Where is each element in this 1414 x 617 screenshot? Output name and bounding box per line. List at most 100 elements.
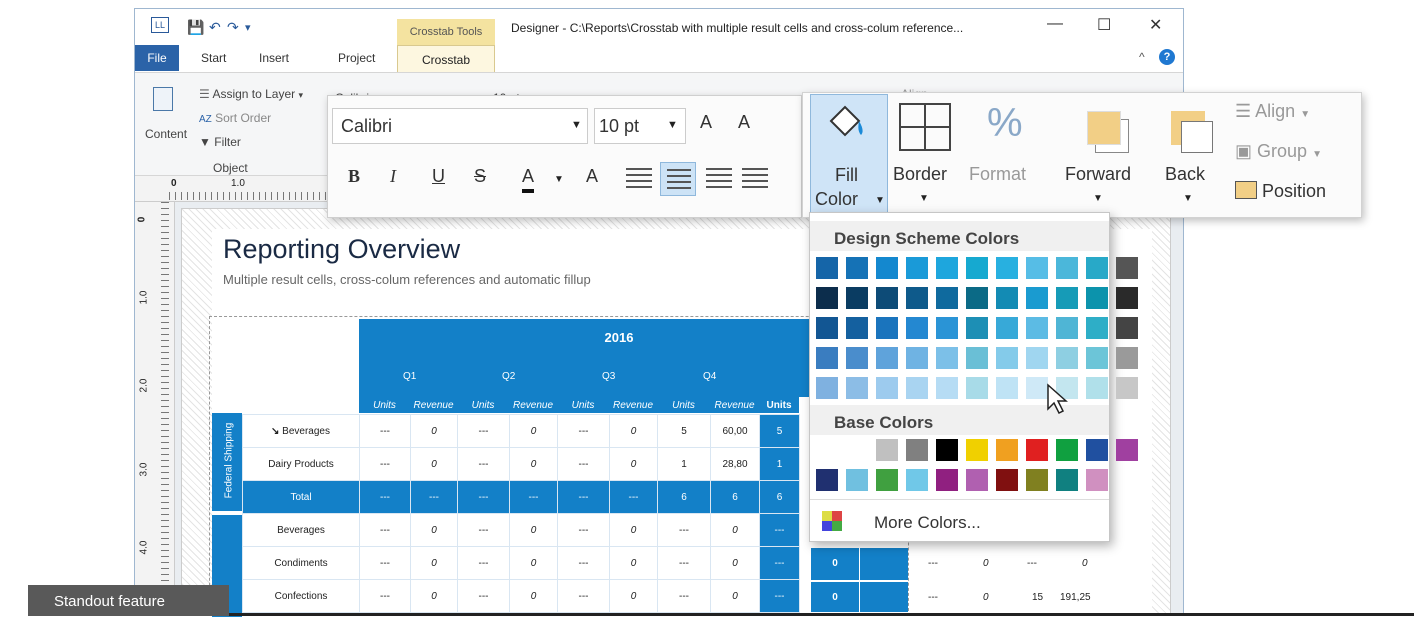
color-swatch[interactable]: [906, 377, 928, 399]
color-swatch[interactable]: [1086, 287, 1108, 309]
color-swatch[interactable]: [936, 439, 958, 461]
color-swatch[interactable]: [966, 347, 988, 369]
color-swatch[interactable]: [846, 347, 868, 369]
color-swatch[interactable]: [816, 257, 838, 279]
help-icon[interactable]: ?: [1159, 49, 1175, 65]
collapse-ribbon-icon[interactable]: ^: [1139, 50, 1145, 64]
align-center-icon[interactable]: [660, 162, 696, 196]
color-swatch[interactable]: [1056, 317, 1078, 339]
color-swatch[interactable]: [1026, 317, 1048, 339]
color-swatch[interactable]: [1116, 439, 1138, 461]
color-swatch[interactable]: [1056, 469, 1078, 491]
color-swatch[interactable]: [966, 317, 988, 339]
color-swatch[interactable]: [1056, 287, 1078, 309]
color-swatch[interactable]: [1026, 469, 1048, 491]
color-swatch[interactable]: [846, 439, 868, 461]
color-swatch[interactable]: [1086, 377, 1108, 399]
undo-icon[interactable]: ↶: [209, 19, 221, 36]
group-button[interactable]: ▣ Group ▼: [1235, 141, 1322, 162]
color-swatch[interactable]: [936, 257, 958, 279]
tab-insert[interactable]: Insert: [259, 51, 289, 65]
color-swatch[interactable]: [876, 377, 898, 399]
color-swatch[interactable]: [906, 257, 928, 279]
color-swatch[interactable]: [1116, 317, 1138, 339]
color-swatch[interactable]: [846, 257, 868, 279]
fill-color-button[interactable]: Fill Color ▼: [810, 94, 888, 215]
align-right-icon[interactable]: [706, 168, 732, 188]
color-swatch[interactable]: [996, 439, 1018, 461]
align-button[interactable]: ☰ Align ▼: [1235, 101, 1310, 122]
color-swatch[interactable]: [1086, 347, 1108, 369]
customize-quickaccess-icon[interactable]: ▾: [245, 21, 251, 34]
color-swatch[interactable]: [1116, 377, 1138, 399]
underline-button[interactable]: U: [432, 166, 445, 187]
color-swatch[interactable]: [816, 347, 838, 369]
justify-icon[interactable]: [742, 168, 768, 188]
font-size-combo[interactable]: 10 pt ▼: [594, 108, 686, 144]
color-swatch[interactable]: [936, 469, 958, 491]
color-swatch[interactable]: [846, 287, 868, 309]
align-left-icon[interactable]: [626, 168, 652, 188]
forward-icon[interactable]: [1087, 111, 1121, 145]
color-swatch[interactable]: [1026, 257, 1048, 279]
border-icon[interactable]: [899, 103, 951, 151]
color-swatch[interactable]: [1086, 257, 1108, 279]
color-swatch[interactable]: [906, 439, 928, 461]
tab-file[interactable]: File: [135, 45, 179, 71]
more-colors-item[interactable]: More Colors...: [810, 503, 1109, 539]
color-swatch[interactable]: [1026, 287, 1048, 309]
color-swatch[interactable]: [876, 347, 898, 369]
color-swatch[interactable]: [936, 377, 958, 399]
color-swatch[interactable]: [966, 257, 988, 279]
color-swatch[interactable]: [876, 469, 898, 491]
color-swatch[interactable]: [1086, 439, 1108, 461]
color-swatch[interactable]: [846, 317, 868, 339]
save-icon[interactable]: 💾: [187, 19, 204, 36]
color-swatch[interactable]: [996, 287, 1018, 309]
color-swatch[interactable]: [816, 377, 838, 399]
color-swatch[interactable]: [876, 439, 898, 461]
color-swatch[interactable]: [1116, 347, 1138, 369]
color-swatch[interactable]: [906, 347, 928, 369]
report-subtitle[interactable]: Multiple result cells, cross-colum refer…: [223, 272, 591, 287]
content-button-label[interactable]: Content: [145, 127, 187, 141]
color-swatch[interactable]: [1026, 377, 1048, 399]
back-label[interactable]: Back: [1165, 164, 1205, 185]
color-swatch[interactable]: [816, 469, 838, 491]
maximize-button[interactable]: ☐: [1097, 15, 1111, 35]
font-color-chevron-icon[interactable]: ▼: [554, 174, 564, 185]
color-swatch[interactable]: [906, 287, 928, 309]
forward-chevron-icon[interactable]: ▼: [1093, 193, 1103, 204]
color-swatch[interactable]: [1116, 287, 1138, 309]
highlight-button[interactable]: A: [586, 166, 598, 187]
color-swatch[interactable]: [996, 377, 1018, 399]
redo-icon[interactable]: ↷: [227, 19, 239, 36]
tab-project[interactable]: Project: [338, 51, 375, 65]
shrink-font-icon[interactable]: A: [738, 112, 750, 133]
crosstab-object[interactable]: 2016 Q1 Q2 Q3 Q4 Federal Shipping Units …: [209, 316, 909, 617]
color-swatch[interactable]: [966, 439, 988, 461]
tab-crosstab[interactable]: Crosstab: [397, 45, 495, 73]
color-swatch[interactable]: [1086, 317, 1108, 339]
color-swatch[interactable]: [966, 469, 988, 491]
color-swatch[interactable]: [876, 257, 898, 279]
color-swatch[interactable]: [1056, 347, 1078, 369]
forward-label[interactable]: Forward: [1065, 164, 1131, 185]
filter-button[interactable]: ▼ Filter: [199, 135, 241, 149]
format-label[interactable]: Format: [969, 164, 1026, 185]
color-swatch[interactable]: [996, 469, 1018, 491]
color-swatch[interactable]: [1056, 439, 1078, 461]
color-swatch[interactable]: [966, 287, 988, 309]
color-swatch[interactable]: [996, 347, 1018, 369]
color-swatch[interactable]: [846, 469, 868, 491]
color-swatch[interactable]: [876, 317, 898, 339]
color-swatch[interactable]: [906, 317, 928, 339]
italic-button[interactable]: I: [390, 166, 396, 187]
color-swatch[interactable]: [936, 317, 958, 339]
back-chevron-icon[interactable]: ▼: [1183, 193, 1193, 204]
sort-order-button[interactable]: AZ Sort Order: [199, 111, 271, 125]
color-swatch[interactable]: [1056, 257, 1078, 279]
grow-font-icon[interactable]: A: [700, 112, 712, 133]
color-swatch[interactable]: [1026, 439, 1048, 461]
assign-layer-button[interactable]: ☰ Assign to Layer ▾: [199, 87, 303, 101]
